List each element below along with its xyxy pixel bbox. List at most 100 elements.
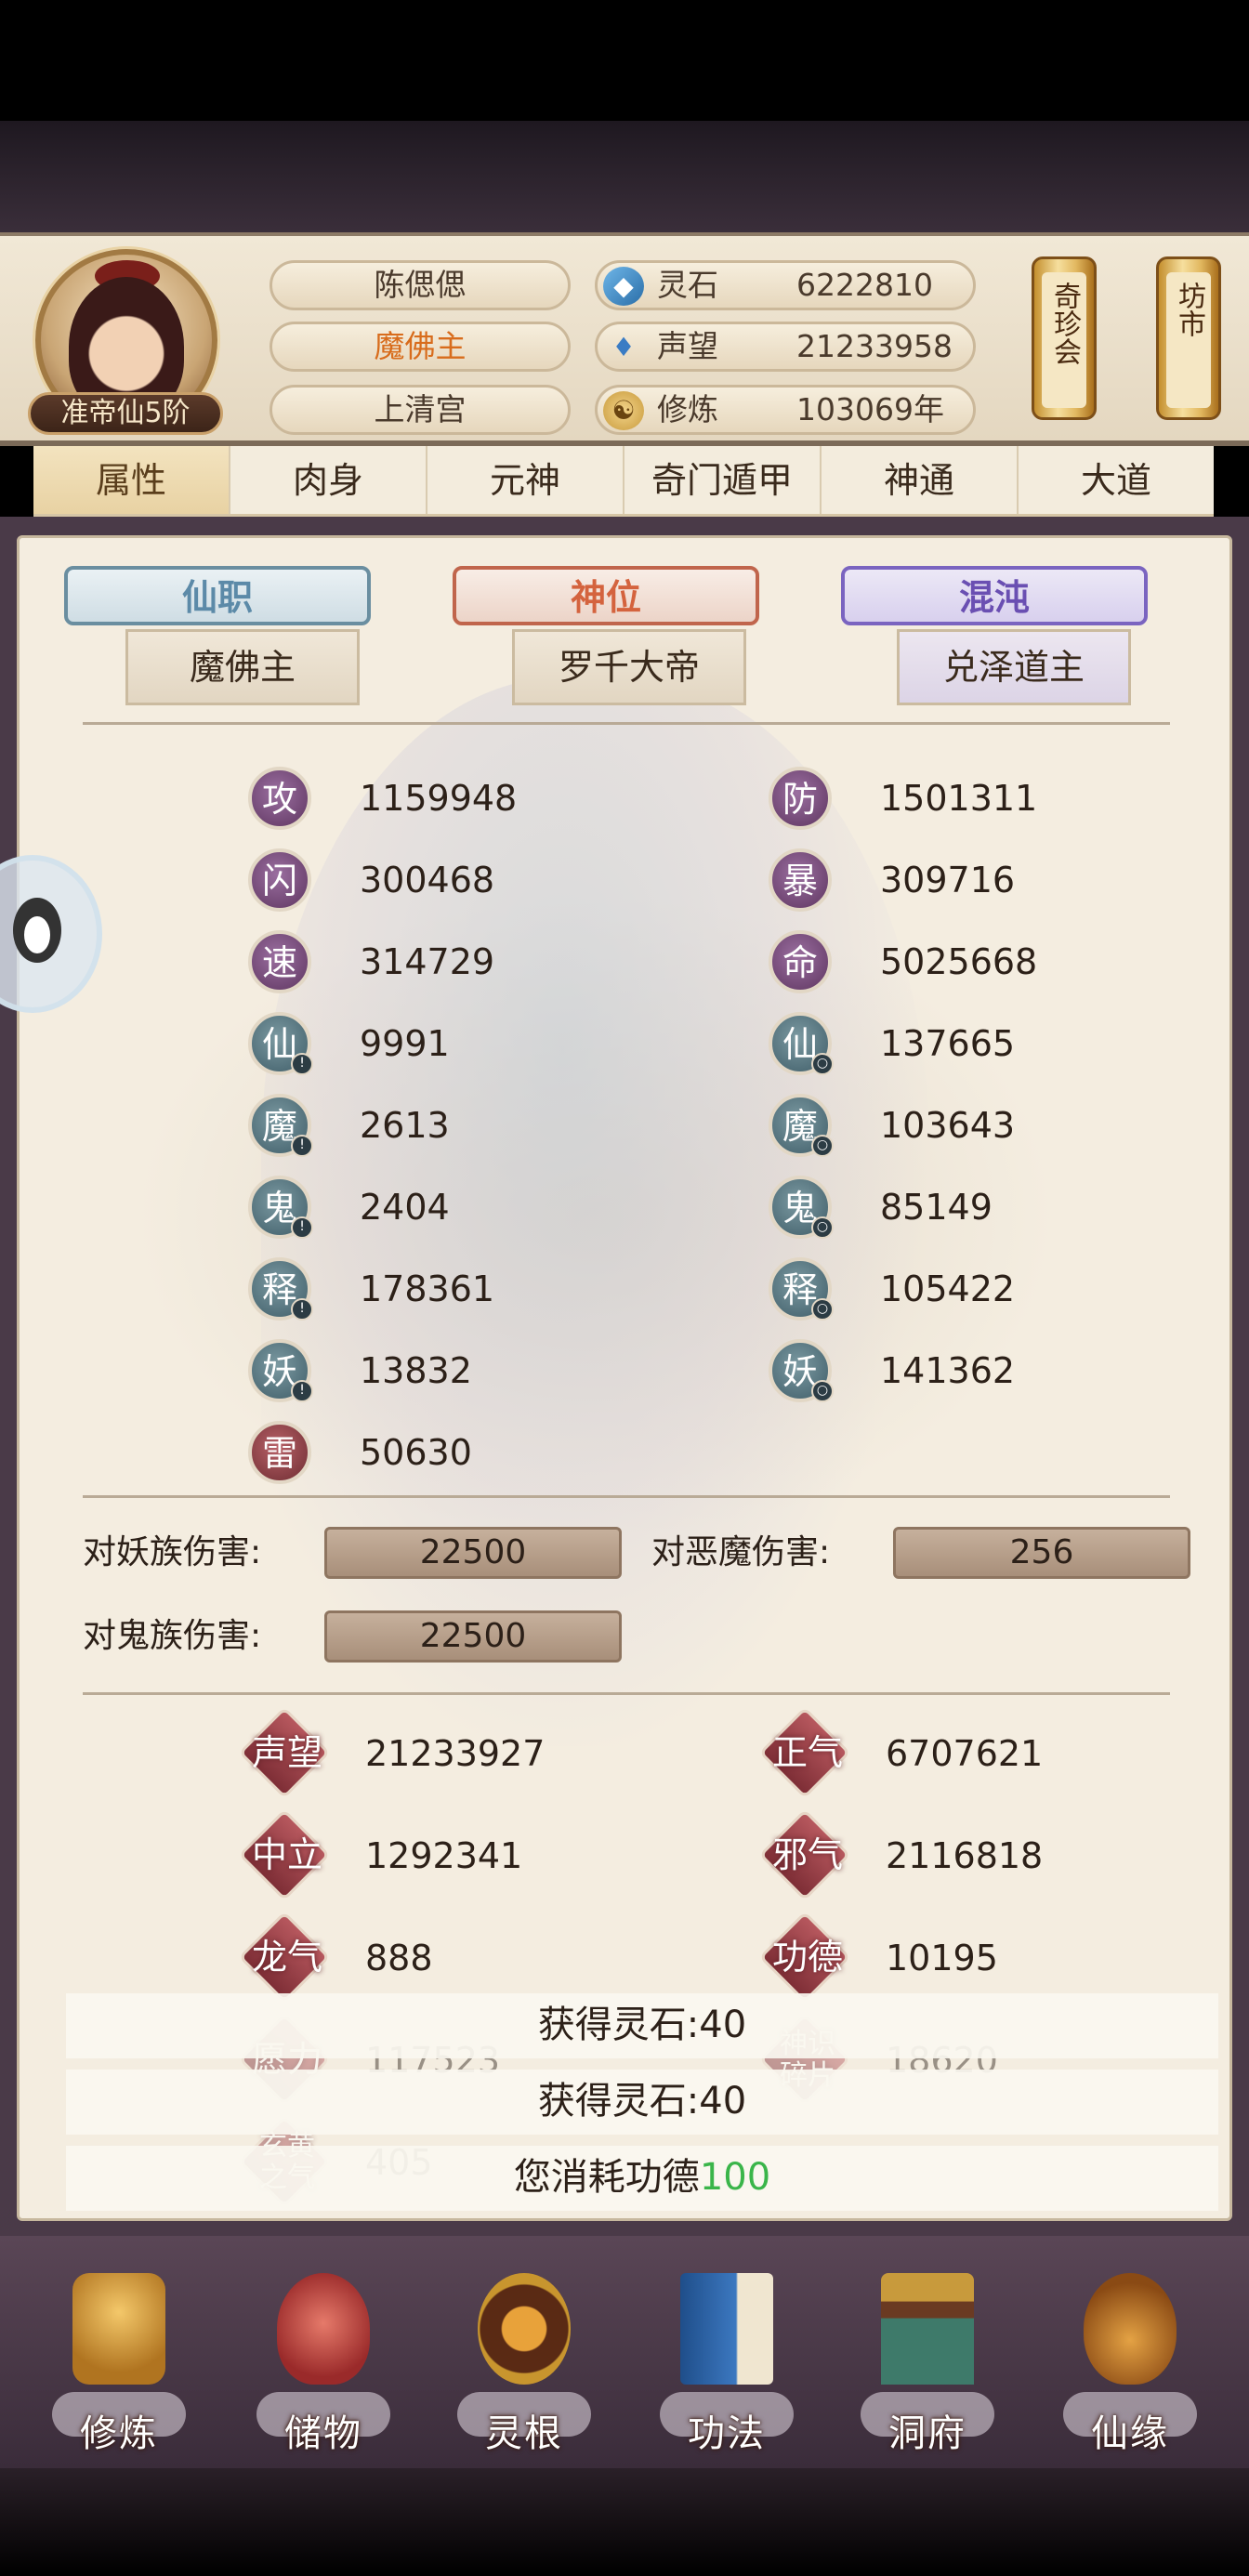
reputation-label: 邪气 (771, 1834, 843, 1875)
reputation-value: 888 (365, 1938, 433, 1978)
resource-cultivation: ☯ 修炼 103069年 (595, 385, 976, 435)
stat-value: 50630 (360, 1432, 472, 1473)
cave-abode-icon (881, 2273, 974, 2385)
reputation-label: 龙气 (251, 1937, 322, 1978)
stat-value: 1501311 (880, 778, 1038, 819)
player-name: 陈偲偲 (270, 260, 571, 310)
chaos-rank-value[interactable]: 兑泽道主 (897, 629, 1131, 705)
spirit-root-icon (478, 2273, 571, 2385)
reputation-label: 正气 (771, 1732, 843, 1773)
player-title[interactable]: 魔佛主 (270, 322, 571, 372)
attributes-panel: 仙职 魔佛主 神位 罗千大帝 混沌 兑泽道主 攻 1159948 闪 300468 速 3… (17, 535, 1232, 2221)
market-button[interactable]: 坊市 (1156, 256, 1221, 420)
stat-glyph: 暴 (782, 861, 818, 901)
technique-book-icon (680, 2273, 773, 2385)
nav-cave-abode[interactable]: 洞府 (853, 2264, 1002, 2455)
stat-badge[interactable]: 妖! (248, 1339, 313, 1402)
stat-glyph: 雷 (261, 1433, 297, 1474)
attribute-tabs: 属性 肉身 元神 奇门遁甲 神通 大道 (33, 446, 1214, 517)
toast-message: 您消耗功德100 (66, 2146, 1218, 2211)
damage-vs-yao-value: 22500 (324, 1527, 622, 1579)
defense-modifier-icon: ○ (811, 1216, 834, 1239)
stat-badge[interactable]: 暴 (769, 848, 832, 912)
divine-rank-value[interactable]: 罗千大帝 (512, 629, 746, 705)
stat-badge[interactable]: 速 (248, 930, 311, 993)
reputation-badge: 声望 (238, 1706, 331, 1799)
reputation-badge: 龙气 (238, 1911, 331, 2004)
nav-spirit-root[interactable]: 灵根 (450, 2264, 598, 2455)
attack-modifier-icon: ! (291, 1135, 313, 1157)
stat-badge[interactable]: 魔 ○ (769, 1094, 834, 1157)
nav-immortal-fate[interactable]: 仙缘 (1056, 2264, 1204, 2455)
stat-badge[interactable]: 释! (248, 1257, 313, 1321)
tab-attributes[interactable]: 属性 (33, 446, 230, 514)
reputation-value: 6707621 (886, 1733, 1044, 1774)
stat-badge[interactable]: 闪 (248, 848, 311, 912)
cultivate-icon (72, 2273, 165, 2385)
market-label: 坊市 (1166, 272, 1211, 408)
tab-qimen[interactable]: 奇门遁甲 (624, 446, 822, 514)
stat-value: 85149 (880, 1187, 993, 1228)
bottom-navigation: 修炼 储物 灵根 功法 洞府 仙缘 (0, 2236, 1249, 2468)
damage-vs-ghost-value: 22500 (324, 1610, 622, 1663)
stat-badge[interactable]: 仙 ○ (769, 1012, 834, 1075)
resource-reputation: ♦ 声望 21233958 (595, 322, 976, 372)
reputation-badge: 邪气 (758, 1808, 851, 1901)
attack-modifier-icon: ! (291, 1380, 313, 1402)
nav-storage[interactable]: 储物 (249, 2264, 398, 2455)
divine-rank-ribbon: 神位 (453, 566, 759, 625)
stat-badge[interactable]: 雷 (248, 1421, 311, 1484)
reputation-label: 声望 (251, 1732, 322, 1773)
stat-value: 141362 (880, 1350, 1016, 1391)
realm-badge: 准帝仙5阶 (28, 392, 223, 435)
tab-great-dao[interactable]: 大道 (1019, 446, 1214, 514)
post-rank-value[interactable]: 魔佛主 (125, 629, 360, 705)
divider (83, 1495, 1170, 1498)
reputation-label: 功德 (771, 1937, 843, 1978)
stat-badge[interactable]: 鬼! (248, 1176, 313, 1239)
tab-body[interactable]: 肉身 (230, 446, 427, 514)
reputation-value: 1292341 (365, 1835, 523, 1876)
damage-vs-demon-value: 256 (893, 1527, 1190, 1579)
penguin-icon (13, 898, 61, 963)
resource-spirit-stone: ◆ 灵石 6222810 (595, 260, 976, 310)
stat-value: 309716 (880, 860, 1016, 900)
treasure-fair-label: 奇珍会 (1042, 272, 1086, 408)
stat-badge[interactable]: 魔! (248, 1094, 313, 1157)
defense-modifier-icon: ○ (811, 1298, 834, 1321)
immortal-fate-icon (1084, 2273, 1177, 2385)
nav-technique[interactable]: 功法 (652, 2264, 801, 2455)
divider (83, 722, 1170, 725)
tab-soul[interactable]: 元神 (427, 446, 624, 514)
stat-badge[interactable]: 命 (769, 930, 832, 993)
toast-message: 获得灵石:40 (66, 2070, 1218, 2135)
stat-value: 5025668 (880, 941, 1038, 982)
stat-glyph: 闪 (261, 861, 297, 901)
spirit-stone-icon: ◆ (603, 267, 644, 306)
stat-value: 137665 (880, 1023, 1016, 1064)
player-sect[interactable]: 上清宫 (270, 385, 571, 435)
stat-badge[interactable]: 仙! (248, 1012, 313, 1075)
stat-badge[interactable]: 妖 ○ (769, 1339, 834, 1402)
damage-vs-yao-label: 对妖族伤害: (83, 1533, 262, 1571)
nav-cultivate[interactable]: 修炼 (45, 2264, 193, 2455)
stat-value: 103643 (880, 1105, 1016, 1146)
stat-badge[interactable]: 释 ○ (769, 1257, 834, 1321)
reputation-label: 中立 (251, 1834, 322, 1875)
stat-value: 2404 (360, 1187, 450, 1228)
stat-value: 13832 (360, 1350, 472, 1391)
stat-glyph: 命 (782, 942, 818, 983)
reputation-badge: 中立 (238, 1808, 331, 1901)
stat-badge[interactable]: 防 (769, 767, 832, 830)
stat-badge[interactable]: 鬼 ○ (769, 1176, 834, 1239)
defense-modifier-icon: ○ (811, 1135, 834, 1157)
tab-divine-power[interactable]: 神通 (822, 446, 1019, 514)
stat-badge[interactable]: 攻 (248, 767, 311, 830)
main-area: 仙职 魔佛主 神位 罗千大帝 混沌 兑泽道主 攻 1159948 闪 300468 速 3… (0, 517, 1249, 2236)
damage-vs-demon-label: 对恶魔伤害: (651, 1533, 831, 1571)
top-banner (0, 121, 1249, 232)
treasure-fair-button[interactable]: 奇珍会 (1032, 256, 1097, 420)
attack-modifier-icon: ! (291, 1053, 313, 1075)
reputation-value: 21233927 (365, 1733, 546, 1774)
stat-glyph: 攻 (261, 779, 297, 820)
